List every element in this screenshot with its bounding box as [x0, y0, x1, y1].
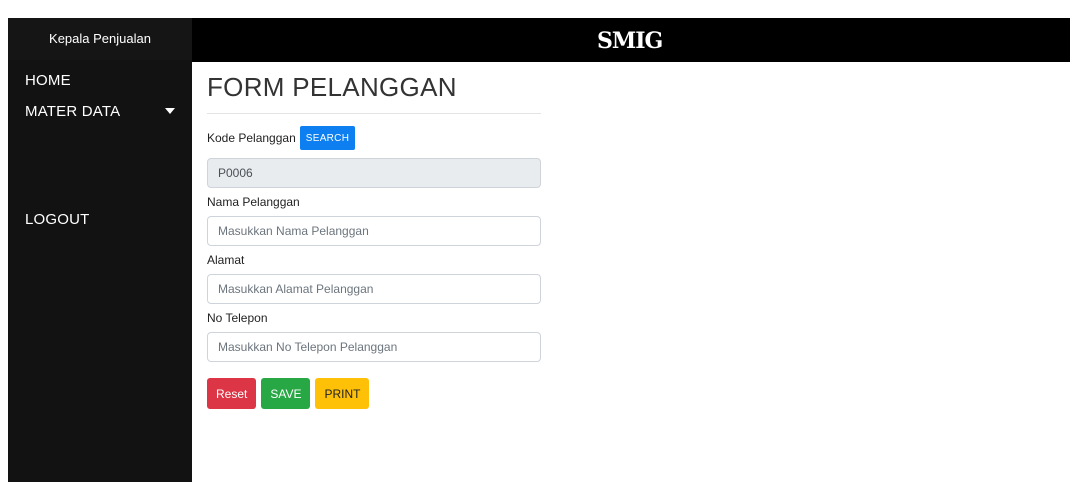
alamat-input[interactable] — [207, 274, 541, 304]
kode-pelanggan-label: Kode Pelanggan — [207, 131, 296, 145]
title-divider — [207, 113, 541, 114]
sidebar-item-master-data[interactable]: MATER DATA — [25, 103, 175, 120]
top-navbar: SMIG — [192, 18, 1070, 62]
kode-row: Kode Pelanggan SEARCH — [207, 126, 541, 150]
caret-down-icon — [165, 108, 175, 114]
save-button[interactable]: SAVE — [261, 378, 311, 409]
sidebar-item-logout[interactable]: LOGOUT — [25, 211, 90, 228]
nama-pelanggan-input[interactable] — [207, 216, 541, 246]
page-title: FORM PELANGGAN — [207, 72, 457, 102]
reset-button[interactable]: Reset — [207, 378, 257, 409]
print-button[interactable]: PRINT — [315, 378, 370, 409]
no-telepon-input[interactable] — [207, 332, 541, 362]
sidebar-item-label: MATER DATA — [25, 103, 121, 120]
search-button[interactable]: SEARCH — [299, 126, 356, 150]
alamat-label: Alamat — [207, 253, 245, 267]
sidebar: Kepala Penjualan HOME MATER DATA LOGOUT — [8, 18, 192, 482]
no-telepon-label: No Telepon — [207, 311, 268, 325]
form-container: FORM PELANGGAN Kode Pelanggan SEARCH Nam… — [207, 70, 541, 409]
form-actions: Reset SAVE PRINT — [207, 378, 541, 409]
sidebar-item-home[interactable]: HOME — [25, 72, 71, 89]
kode-pelanggan-field[interactable] — [207, 158, 541, 188]
sidebar-header: Kepala Penjualan — [8, 18, 192, 60]
nama-pelanggan-label: Nama Pelanggan — [207, 195, 300, 209]
brand-logo: SMIG — [597, 28, 663, 54]
